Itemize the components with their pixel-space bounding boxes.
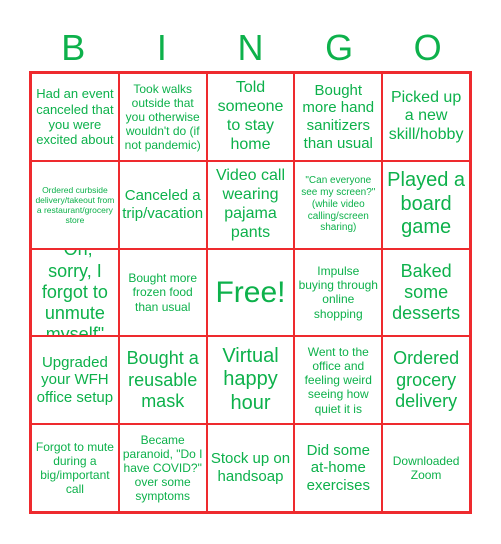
header-letter-n: N — [237, 27, 264, 68]
bingo-cell[interactable]: Went to the office and feeling weird see… — [294, 336, 383, 425]
bingo-cell[interactable]: Forgot to mute during a big/important ca… — [31, 424, 119, 512]
bingo-cell[interactable]: Canceled a trip/vacation — [118, 160, 207, 249]
header-letter-o: O — [413, 27, 442, 68]
free-space[interactable]: Free! — [206, 248, 295, 337]
bingo-cell[interactable]: Had an event canceled that you were exci… — [31, 73, 119, 161]
bingo-cell[interactable]: Impulse buying through online shopping — [294, 248, 383, 337]
header-letter-b: B — [61, 27, 86, 68]
bingo-cell[interactable]: Stock up on handsoap — [206, 424, 295, 512]
bingo-cell[interactable]: Bought more frozen food than usual — [118, 248, 207, 337]
bingo-cell[interactable]: Video call wearing pajama pants — [206, 160, 295, 249]
bingo-cell[interactable]: Became paranoid, "Do I have COVID?" over… — [118, 424, 207, 512]
bingo-cell[interactable]: Baked some desserts — [382, 248, 470, 337]
bingo-cell[interactable]: Told someone to stay home — [206, 73, 295, 161]
bingo-cell[interactable]: Bought a reusable mask — [118, 336, 207, 425]
bingo-cell[interactable]: Ordered curbside delivery/takeout from a… — [31, 160, 119, 249]
bingo-cell[interactable]: "Can everyone see my screen?" (while vid… — [294, 160, 383, 249]
bingo-cell[interactable]: Ordered grocery delivery — [382, 336, 470, 425]
bingo-grid: Had an event canceled that you were exci… — [29, 71, 472, 514]
bingo-cell[interactable]: Did some at-home exercises — [294, 424, 383, 512]
bingo-cell[interactable]: Took walks outside that you otherwise wo… — [118, 73, 207, 161]
bingo-cell[interactable]: Picked up a new skill/hobby — [382, 73, 470, 161]
bingo-header: B I N G O — [29, 28, 472, 68]
bingo-cell[interactable]: Virtual happy hour — [206, 336, 295, 425]
bingo-cell[interactable]: "Oh, sorry, I forgot to unmute myself" — [31, 248, 119, 337]
header-letter-i: I — [156, 27, 167, 68]
header-letter-g: G — [325, 27, 354, 68]
bingo-cell[interactable]: Bought more hand sanitizers than usual — [294, 73, 383, 161]
bingo-cell[interactable]: Downloaded Zoom — [382, 424, 470, 512]
bingo-cell[interactable]: Played a board game — [382, 160, 470, 249]
bingo-cell[interactable]: Upgraded your WFH office setup — [31, 336, 119, 425]
